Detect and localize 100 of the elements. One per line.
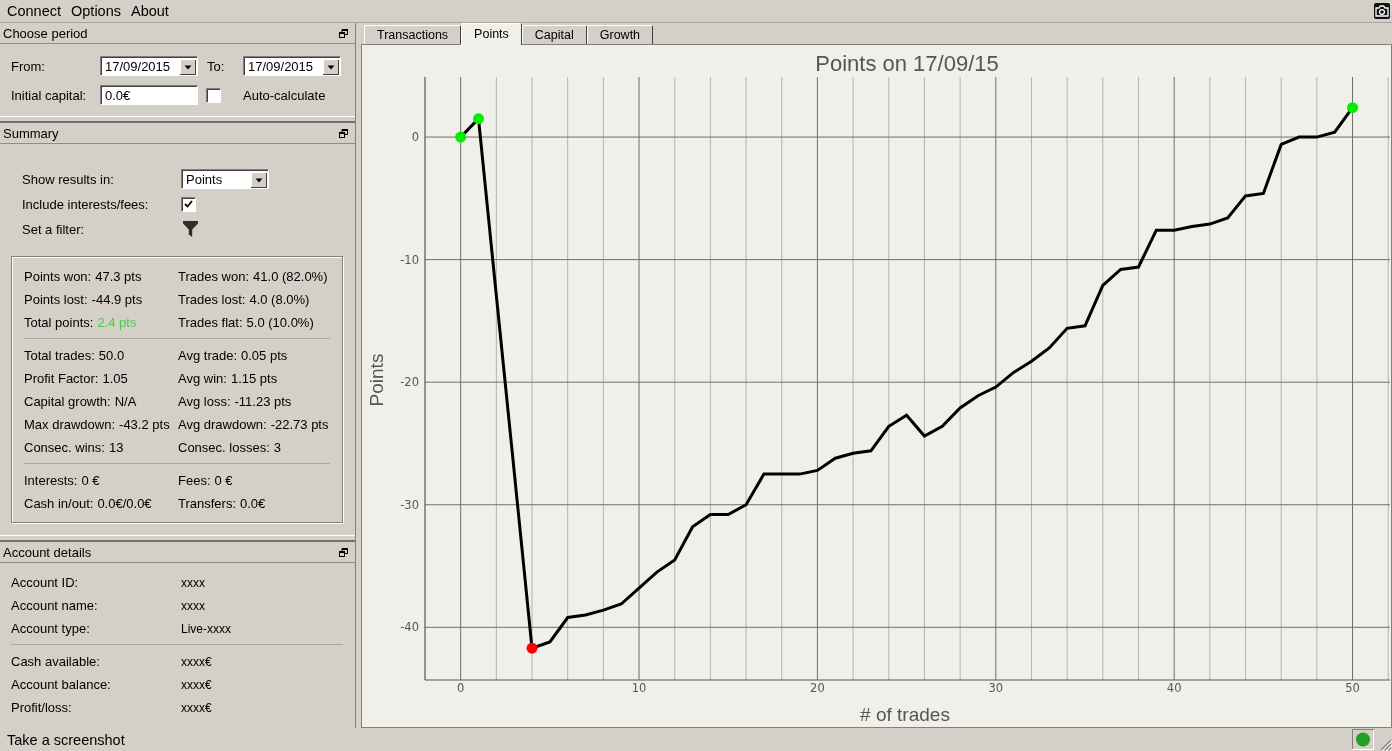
auto-calculate-checkbox[interactable]	[206, 87, 221, 103]
caret-icon[interactable]	[180, 58, 196, 75]
unit-dropdown[interactable]: Points	[181, 169, 269, 189]
stat-label: Total trades:	[24, 348, 95, 363]
stat-label: Trades lost:	[178, 292, 246, 307]
stat-label: Fees:	[178, 473, 211, 488]
stat-value: 1.05	[102, 371, 128, 386]
axis-tick-label: 20	[810, 681, 825, 695]
funnel-icon[interactable]	[183, 221, 198, 237]
from-label: From:	[11, 58, 45, 74]
high-marker-icon	[455, 131, 467, 143]
stat-value: 1.15 pts	[230, 371, 278, 386]
stat-value: 0.0€	[240, 496, 266, 511]
float-icon[interactable]	[339, 547, 348, 557]
detail-label: Account type:	[11, 621, 90, 636]
menu-item[interactable]: Options	[66, 0, 126, 22]
stat-value: 13	[108, 440, 124, 455]
y-axis-title: Points	[366, 353, 387, 407]
stat-label: Capital growth:	[24, 394, 111, 409]
detail-value: xxxx	[181, 575, 205, 590]
stat-value: 47.3 pts	[95, 269, 142, 284]
camera-icon[interactable]	[1374, 3, 1390, 19]
caret-icon[interactable]	[251, 171, 267, 188]
stat-label: Cash in/out:	[24, 496, 94, 511]
axis-tick-label: -10	[400, 252, 419, 267]
stat-value: 5.0 (10.0%)	[246, 315, 314, 330]
stat-label: Trades flat:	[178, 315, 243, 330]
stat-value: N/A	[114, 394, 137, 409]
stat-value: -11.23 pts	[234, 394, 292, 409]
detail-label: Account ID:	[11, 575, 79, 590]
x-axis-title: # of trades	[860, 704, 950, 725]
detail-value: xxxx€	[181, 654, 212, 669]
stat-label: Total points:	[24, 315, 94, 330]
stat-value: 0 €	[81, 473, 100, 488]
stat-label: Avg win:	[178, 371, 227, 386]
stat-value: -22.73 pts	[270, 417, 329, 432]
stat-label: Consec. wins:	[24, 440, 105, 455]
stat-label: Transfers:	[178, 496, 237, 511]
stat-label: Profit Factor:	[24, 371, 99, 386]
detail-value: xxxx	[181, 598, 205, 613]
stat-value: 0.0€/0.0€	[97, 496, 152, 511]
show-results-label: Show results in:	[22, 171, 114, 187]
stat-label: Avg loss:	[178, 394, 231, 409]
axis-tick-label: 0	[411, 130, 419, 145]
axis-tick-label: -30	[400, 497, 419, 512]
detail-label: Cash available:	[11, 654, 100, 669]
axis-tick-label: -40	[400, 620, 419, 635]
tab[interactable]: Capital	[521, 25, 587, 44]
initial-capital-label: Initial capital:	[11, 87, 87, 103]
status-message: Take a screenshot	[6, 731, 125, 748]
stat-label: Consec. losses:	[178, 440, 270, 455]
to-label: To:	[207, 58, 225, 74]
filter-label: Set a filter:	[22, 221, 85, 237]
date-dropdown[interactable]: 17/09/2015	[243, 56, 341, 76]
stat-value: 2.4 pts	[97, 315, 137, 330]
stat-label: Trades won:	[178, 269, 250, 284]
resize-grip-icon[interactable]	[1380, 739, 1392, 751]
stat-value: 0.05 pts	[241, 348, 288, 363]
include-fees-checkbox[interactable]	[181, 196, 196, 212]
caret-icon[interactable]	[323, 58, 339, 75]
detail-value: xxxx€	[181, 700, 212, 715]
detail-label: Account name:	[11, 598, 98, 613]
stat-value: 0 €	[214, 473, 233, 488]
tab[interactable]: Transactions	[364, 25, 462, 44]
panel-title: Account details	[3, 544, 92, 560]
axis-tick-label: 10	[631, 681, 647, 695]
menu-item[interactable]: About	[126, 0, 174, 22]
float-icon[interactable]	[339, 28, 348, 38]
menu-item[interactable]: Connect	[2, 0, 66, 22]
axis-tick-label: 30	[988, 681, 1004, 695]
stat-label: Points lost:	[24, 292, 88, 307]
detail-label: Account balance:	[11, 677, 111, 692]
capital-input[interactable]: 0.0€	[100, 85, 198, 105]
high-marker-icon	[473, 113, 484, 125]
auto-calculate-label: Auto-calculate	[243, 87, 326, 103]
high-marker-icon	[1347, 102, 1359, 114]
panel-title: Summary	[3, 125, 59, 141]
float-icon[interactable]	[339, 128, 348, 138]
stat-value: -44.9 pts	[91, 292, 143, 307]
panel-title: Choose period	[3, 25, 88, 41]
stat-label: Points won:	[24, 269, 92, 284]
axis-tick-label: 0	[457, 681, 465, 695]
stat-label: Avg trade:	[178, 348, 238, 363]
date-dropdown[interactable]: 17/09/2015	[100, 56, 198, 76]
tab[interactable]: Points	[461, 23, 522, 45]
detail-label: Profit/loss:	[11, 700, 72, 715]
stat-value: 4.0 (8.0%)	[249, 292, 310, 307]
detail-value: xxxx€	[181, 677, 212, 692]
stat-label: Interests:	[24, 473, 78, 488]
stat-label: Max drawdown:	[24, 417, 116, 432]
axis-tick-label: -20	[400, 375, 419, 390]
stat-label: Avg drawdown:	[178, 417, 267, 432]
chart-title: Points on 17/09/15	[815, 51, 999, 76]
low-marker-icon	[526, 642, 538, 654]
stat-value: 3	[273, 440, 281, 455]
stat-value: -43.2 pts	[119, 417, 170, 432]
axis-tick-label: 40	[1166, 681, 1182, 695]
stat-value: 50.0	[98, 348, 125, 363]
tab[interactable]: Growth	[586, 25, 654, 44]
axis-tick-label: 50	[1345, 681, 1360, 695]
